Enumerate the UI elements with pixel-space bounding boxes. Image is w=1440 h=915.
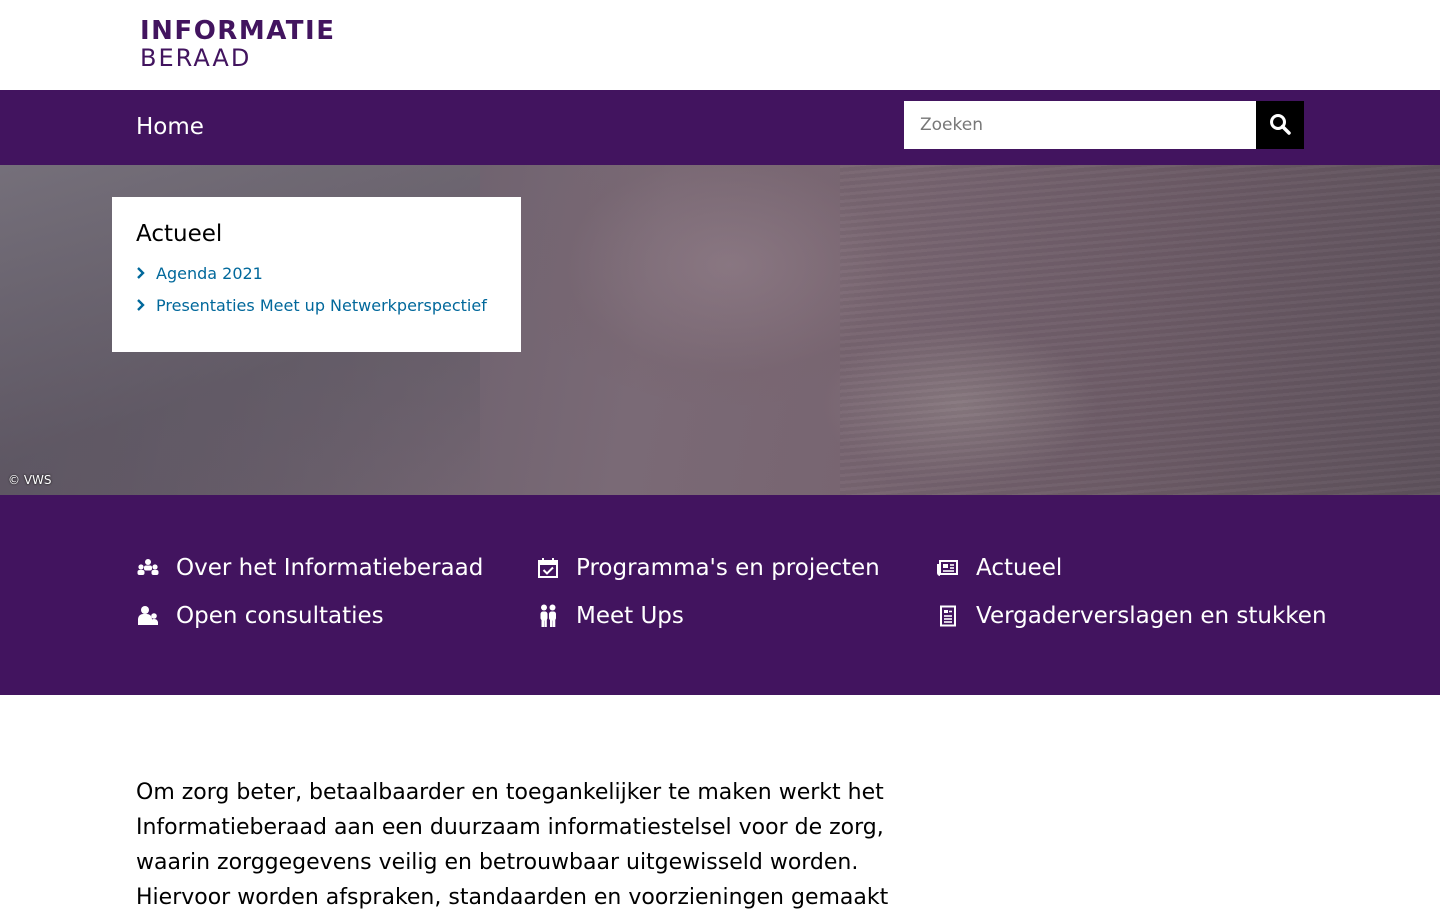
news-list: Agenda 2021 Presentaties Meet up Netwerk… (136, 263, 497, 315)
group-icon (136, 556, 160, 580)
logo-line-1: INFORMATIE (140, 16, 336, 46)
chevron-right-icon (136, 263, 156, 283)
news-link-presentaties[interactable]: Presentaties Meet up Netwerkperspectief (156, 296, 487, 315)
quicklink-label: Programma's en projecten (576, 555, 880, 581)
quicklink-programmas[interactable]: Programma's en projecten (536, 555, 880, 581)
search-input[interactable] (904, 101, 1256, 149)
image-credit: © VWS (8, 473, 52, 487)
two-people-icon (536, 604, 560, 628)
main-nav: Home (0, 90, 1440, 165)
calendar-check-icon (536, 556, 560, 580)
people-consult-icon (136, 604, 160, 628)
news-card: Actueel Agenda 2021 Presentaties Meet up… (112, 197, 521, 352)
quicklink-label: Open consultaties (176, 603, 384, 629)
quick-links: Over het Informatieberaad Programma's en… (0, 495, 1440, 695)
news-card-title: Actueel (136, 221, 223, 247)
hero-image-texture (840, 165, 1440, 495)
search-form (904, 101, 1304, 149)
intro-paragraph: Om zorg beter, betaalbaarder en toeganke… (136, 780, 889, 910)
search-icon (1269, 113, 1291, 138)
quicklink-label: Vergaderverslagen en stukken (976, 603, 1327, 629)
quicklink-actueel[interactable]: Actueel (936, 555, 1062, 581)
hero-banner: Actueel Agenda 2021 Presentaties Meet up… (0, 165, 1440, 495)
quicklink-consultaties[interactable]: Open consultaties (136, 603, 384, 629)
quicklink-label: Over het Informatieberaad (176, 555, 484, 581)
document-icon (936, 604, 960, 628)
news-item: Presentaties Meet up Netwerkperspectief (136, 295, 497, 315)
site-logo[interactable]: INFORMATIE BERAAD (140, 18, 335, 70)
news-item: Agenda 2021 (136, 263, 497, 283)
nav-home-link[interactable]: Home (136, 114, 204, 140)
newspaper-icon (936, 556, 960, 580)
quicklink-label: Meet Ups (576, 603, 684, 629)
logo-line-2: BERAAD (140, 44, 252, 72)
search-button[interactable] (1256, 101, 1304, 149)
site-header: INFORMATIE BERAAD (0, 0, 1440, 90)
quicklink-label: Actueel (976, 555, 1063, 581)
quicklink-over[interactable]: Over het Informatieberaad (136, 555, 483, 581)
chevron-right-icon (136, 295, 156, 315)
news-link-agenda[interactable]: Agenda 2021 (156, 264, 263, 283)
quicklink-vergaderverslagen[interactable]: Vergaderverslagen en stukken (936, 603, 1327, 629)
quicklink-meetups[interactable]: Meet Ups (536, 603, 684, 629)
